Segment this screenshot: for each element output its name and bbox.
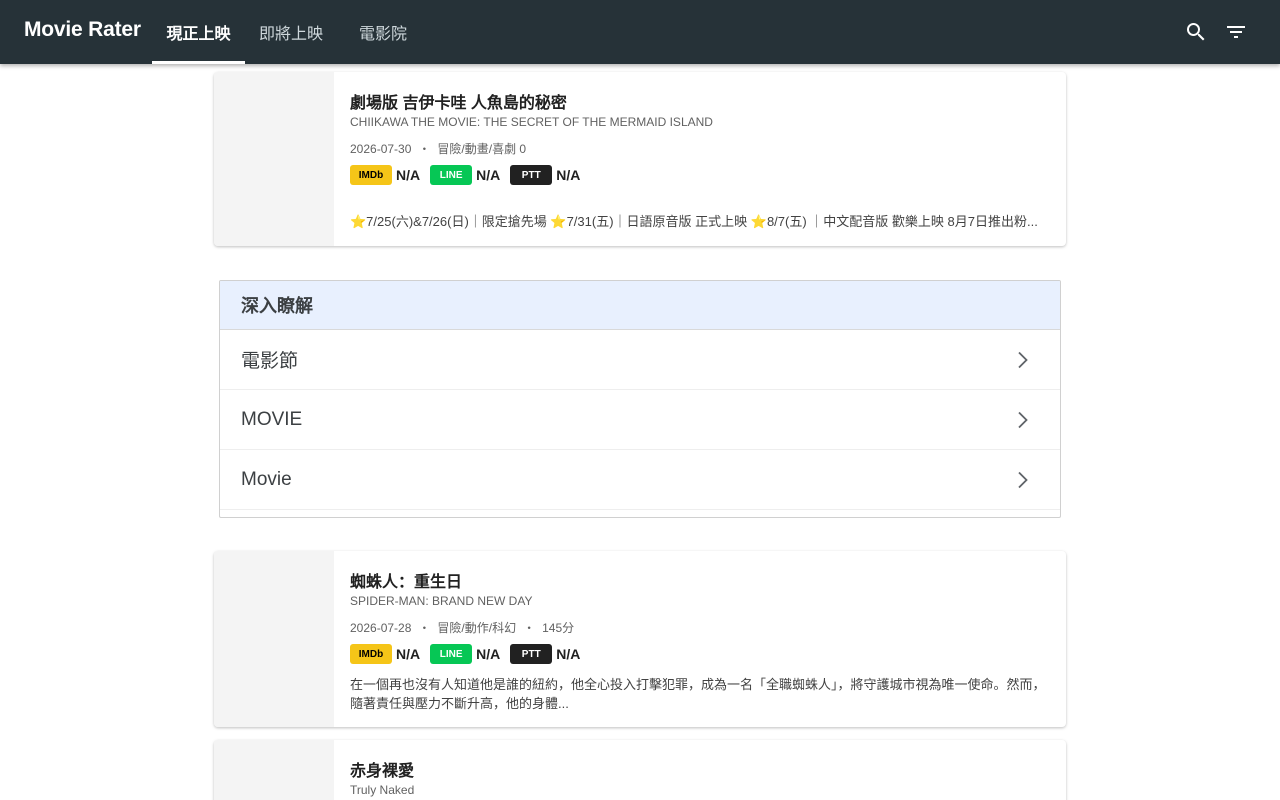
ptt-badge: PTT [510, 644, 553, 664]
imdb-rating: N/A [396, 167, 421, 183]
movie-title[interactable]: 蜘蛛人：重生日 [350, 568, 462, 592]
movie-poster[interactable] [214, 551, 334, 727]
movie-poster[interactable] [214, 72, 334, 246]
tab-now-showing[interactable]: 現正上映 [152, 0, 245, 64]
movie-poster[interactable] [214, 740, 334, 800]
learn-more-item[interactable]: Movie [220, 450, 1060, 510]
movie-en-title: Truly Naked [350, 783, 415, 797]
ratings-row: IMDb N/A LINE N/A PTT N/A [350, 644, 590, 664]
search-icon[interactable] [1184, 20, 1208, 44]
chevron-right-icon [1018, 411, 1028, 428]
movie-card[interactable]: 赤身裸愛 Truly Naked [214, 740, 1066, 800]
movie-description: ⭐7/25(六)&7/26(日)｜限定搶先場 ⭐7/31(五)｜日語原音版 正式… [350, 214, 1038, 229]
app-brand[interactable]: Movie Rater [24, 18, 141, 42]
learn-more-header: 深入瞭解 [220, 281, 1060, 330]
meta-separator: ・ [418, 621, 431, 635]
chevron-right-icon [1018, 471, 1028, 488]
runtime: 145分 [542, 621, 575, 635]
movie-card[interactable]: 劇場版 吉伊卡哇 人魚島的秘密 CHIIKAWA THE MOVIE: THE … [214, 72, 1066, 246]
line-badge: LINE [430, 165, 473, 185]
imdb-badge: IMDb [350, 644, 392, 664]
ptt-rating: N/A [556, 646, 581, 662]
learn-more-label: Movie [241, 468, 292, 490]
line-rating: N/A [476, 167, 501, 183]
learn-more-panel: 深入瞭解 電影節 MOVIE Movie [219, 280, 1061, 518]
movie-title[interactable]: 劇場版 吉伊卡哇 人魚島的秘密 [350, 89, 567, 113]
imdb-rating: N/A [396, 646, 421, 662]
release-date: 2026-07-30 [350, 142, 412, 156]
release-date: 2026-07-28 [350, 621, 412, 635]
nav-tabs: 現正上映 即將上映 電影院 [152, 0, 429, 64]
filter-list-icon[interactable] [1224, 20, 1248, 44]
movie-card[interactable]: 蜘蛛人：重生日 SPIDER-MAN: BRAND NEW DAY 2026-0… [214, 551, 1066, 727]
learn-more-label: MOVIE [241, 408, 303, 430]
genre-runtime: 冒險/動畫/喜劇 0 [437, 142, 527, 156]
learn-more-item[interactable]: 電影節 [220, 330, 1060, 390]
movie-en-title: SPIDER-MAN: BRAND NEW DAY [350, 594, 533, 608]
movie-description: 在一個再也沒有人知道他是誰的紐約，他全心投入打擊犯罪，成為一名「全職蜘蛛人」，將… [350, 677, 1046, 711]
movie-title[interactable]: 赤身裸愛 [350, 757, 414, 781]
line-badge: LINE [430, 644, 473, 664]
movie-meta: 2026-07-30 ・冒險/動畫/喜劇 0 [350, 140, 526, 157]
meta-separator: ・ [418, 142, 431, 156]
movie-meta: 2026-07-28 ・冒險/動作/科幻・ 145分 [350, 619, 574, 636]
meta-separator: ・ [523, 621, 536, 635]
imdb-badge: IMDb [350, 165, 392, 185]
top-app-bar: Movie Rater 現正上映 即將上映 電影院 [0, 0, 1280, 64]
ptt-rating: N/A [556, 167, 581, 183]
learn-more-label: 電影節 [241, 351, 299, 372]
line-rating: N/A [476, 646, 501, 662]
ratings-row: IMDb N/A LINE N/A PTT N/A [350, 165, 590, 185]
ptt-badge: PTT [510, 165, 553, 185]
chevron-right-icon [1018, 351, 1028, 368]
tab-theaters[interactable]: 電影院 [337, 0, 429, 64]
genre: 冒險/動作/科幻 [437, 621, 517, 635]
tab-coming-soon[interactable]: 即將上映 [245, 0, 337, 64]
learn-more-item[interactable]: MOVIE [220, 390, 1060, 450]
movie-en-title: CHIIKAWA THE MOVIE: THE SECRET OF THE ME… [350, 115, 713, 129]
